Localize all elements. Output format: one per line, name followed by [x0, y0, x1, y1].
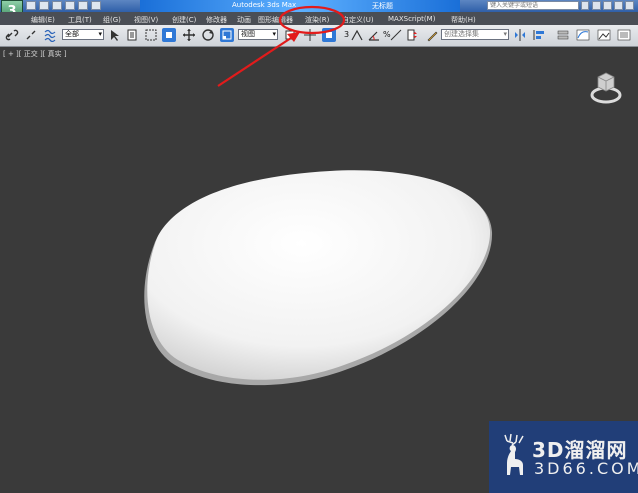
watermark: 3D溜溜网 3D66.COM	[489, 421, 638, 493]
deer-logo-icon	[504, 433, 524, 475]
watermark-url: 3D66.COM	[534, 459, 638, 478]
annotation-overlay	[217, 5, 346, 87]
